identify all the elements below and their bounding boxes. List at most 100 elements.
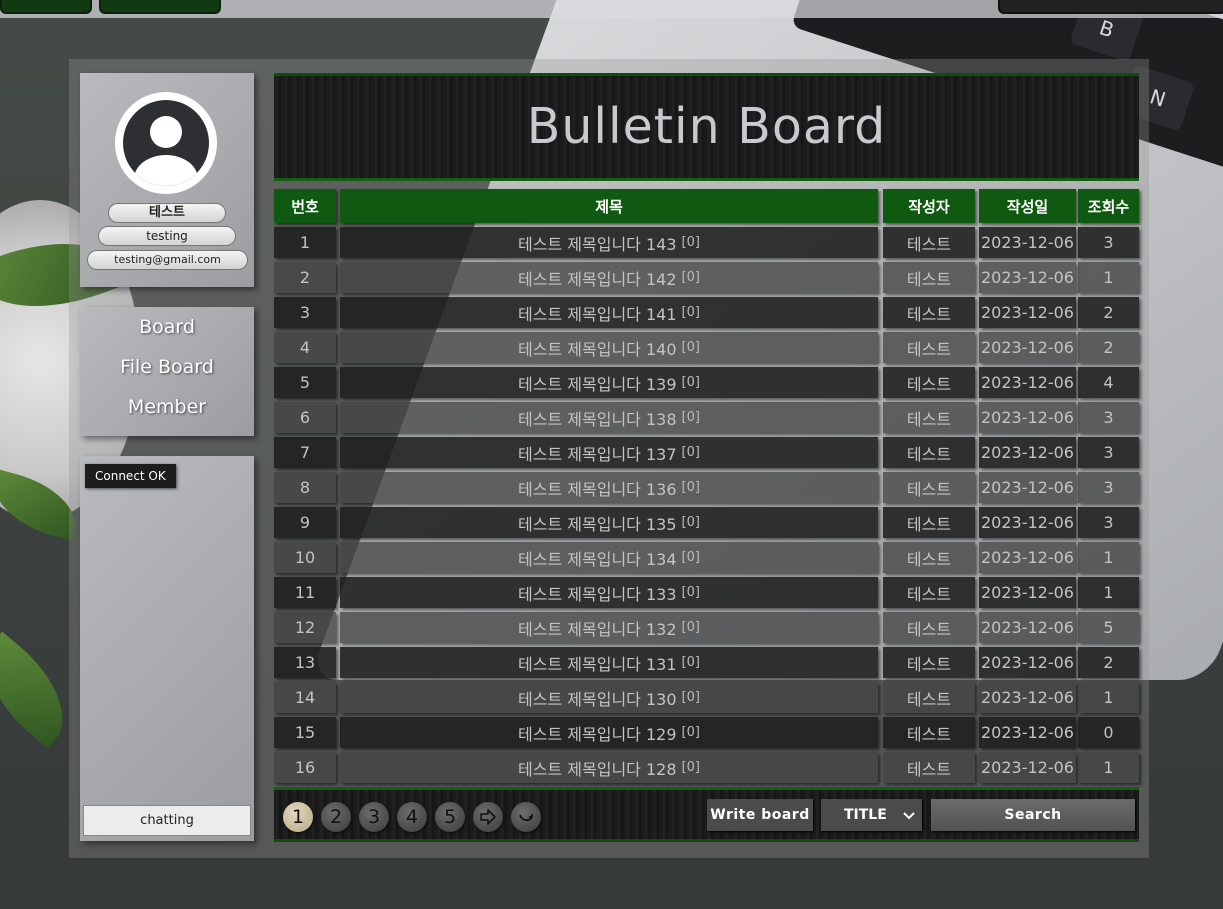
- nav-file-board[interactable]: File Board: [80, 356, 254, 378]
- header-views: 조회수: [1078, 189, 1139, 223]
- cell-no: 13: [274, 647, 336, 678]
- cell-date: 2023-12-06: [979, 367, 1076, 398]
- post-title-link[interactable]: 테스트 제목입니다 130 [0]: [340, 682, 878, 713]
- post-title-link[interactable]: 테스트 제목입니다 133 [0]: [340, 577, 878, 608]
- cell-author: 테스트: [883, 227, 975, 258]
- post-title-text: 테스트 제목입니다 128: [518, 759, 677, 779]
- header-title: 제목: [340, 189, 878, 223]
- post-title-text: 테스트 제목입니다 130: [518, 689, 677, 709]
- arrow-right-icon: [480, 809, 496, 825]
- nav-board[interactable]: Board: [80, 316, 254, 338]
- search-button[interactable]: Search: [931, 799, 1135, 831]
- post-title-link[interactable]: 테스트 제목입니다 128 [0]: [340, 752, 878, 783]
- connection-status: Connect OK: [85, 464, 176, 488]
- post-title-text: 테스트 제목입니다 139: [518, 374, 677, 394]
- chevron-down-icon: [903, 812, 915, 820]
- comment-count: [0]: [681, 760, 700, 775]
- post-title-link[interactable]: 테스트 제목입니다 138 [0]: [340, 402, 878, 433]
- cell-date: 2023-12-06: [979, 647, 1076, 678]
- post-title-link[interactable]: 테스트 제목입니다 129 [0]: [340, 717, 878, 748]
- post-title-text: 테스트 제목입니다 142: [518, 269, 677, 289]
- cell-date: 2023-12-06: [979, 297, 1076, 328]
- cell-no: 4: [274, 332, 336, 363]
- cell-no: 6: [274, 402, 336, 433]
- post-title-text: 테스트 제목입니다 129: [518, 724, 677, 744]
- search-type-value: TITLE: [844, 807, 887, 823]
- post-title-link[interactable]: 테스트 제목입니다 135 [0]: [340, 507, 878, 538]
- cell-views: 2: [1078, 647, 1139, 678]
- cell-no: 5: [274, 367, 336, 398]
- cell-author: 테스트: [883, 332, 975, 363]
- page-button-5[interactable]: 5: [435, 802, 465, 832]
- cell-views: 1: [1078, 577, 1139, 608]
- cell-author: 테스트: [883, 472, 975, 503]
- post-title-text: 테스트 제목입니다 134: [518, 549, 677, 569]
- post-title-link[interactable]: 테스트 제목입니다 134 [0]: [340, 542, 878, 573]
- header-number: 번호: [274, 189, 336, 223]
- cell-date: 2023-12-06: [979, 402, 1076, 433]
- post-title-link[interactable]: 테스트 제목입니다 132 [0]: [340, 612, 878, 643]
- comment-count: [0]: [681, 375, 700, 390]
- cell-author: 테스트: [883, 507, 975, 538]
- user-icon: [123, 100, 209, 186]
- last-page-button[interactable]: [511, 802, 541, 832]
- post-title-link[interactable]: 테스트 제목입니다 143 [0]: [340, 227, 878, 258]
- cell-author: 테스트: [883, 647, 975, 678]
- cell-author: 테스트: [883, 612, 975, 643]
- comment-count: [0]: [681, 340, 700, 355]
- post-title-link[interactable]: 테스트 제목입니다 142 [0]: [340, 262, 878, 293]
- cell-author: 테스트: [883, 717, 975, 748]
- cell-views: 4: [1078, 367, 1139, 398]
- cell-author: 테스트: [883, 402, 975, 433]
- post-title-text: 테스트 제목입니다 138: [518, 409, 677, 429]
- post-title-link[interactable]: 테스트 제목입니다 139 [0]: [340, 367, 878, 398]
- page-button-3[interactable]: 3: [359, 802, 389, 832]
- profile-name: 테스트: [108, 203, 226, 223]
- page-button-2[interactable]: 2: [321, 802, 351, 832]
- comment-count: [0]: [681, 235, 700, 250]
- page-title: Bulletin Board: [526, 98, 887, 155]
- write-board-button[interactable]: Write board: [707, 799, 813, 831]
- cell-views: 1: [1078, 752, 1139, 783]
- header-author: 작성자: [883, 189, 975, 223]
- profile-id: testing: [98, 226, 236, 246]
- chatting-button[interactable]: chatting: [83, 805, 251, 836]
- page-button-4[interactable]: 4: [397, 802, 427, 832]
- cell-author: 테스트: [883, 297, 975, 328]
- post-title-link[interactable]: 테스트 제목입니다 137 [0]: [340, 437, 878, 468]
- next-page-button[interactable]: [473, 802, 503, 832]
- page-button-1[interactable]: 1: [283, 802, 313, 832]
- post-title-link[interactable]: 테스트 제목입니다 140 [0]: [340, 332, 878, 363]
- cell-views: 3: [1078, 227, 1139, 258]
- comment-count: [0]: [681, 550, 700, 565]
- post-title-link[interactable]: 테스트 제목입니다 141 [0]: [340, 297, 878, 328]
- cell-no: 11: [274, 577, 336, 608]
- sidebar-nav: Board File Board Member: [80, 307, 254, 436]
- comment-count: [0]: [681, 725, 700, 740]
- cell-author: 테스트: [883, 262, 975, 293]
- board-header: Bulletin Board: [274, 73, 1139, 181]
- cell-date: 2023-12-06: [979, 227, 1076, 258]
- post-title-text: 테스트 제목입니다 132: [518, 619, 677, 639]
- nav-member[interactable]: Member: [80, 396, 254, 418]
- top-button[interactable]: [0, 0, 92, 14]
- post-title-link[interactable]: 테스트 제목입니다 136 [0]: [340, 472, 878, 503]
- profile-card: 테스트 testing testing@gmail.com: [80, 73, 254, 287]
- post-title-text: 테스트 제목입니다 141: [518, 304, 677, 324]
- cell-no: 9: [274, 507, 336, 538]
- comment-count: [0]: [681, 585, 700, 600]
- post-title-link[interactable]: 테스트 제목입니다 131 [0]: [340, 647, 878, 678]
- cell-author: 테스트: [883, 367, 975, 398]
- bulletin-board: Bulletin Board 번호 제목 작성자 작성일 조회수 1 테스트 제목입니다 1…: [274, 73, 1139, 842]
- cell-date: 2023-12-06: [979, 682, 1076, 713]
- cell-no: 1: [274, 227, 336, 258]
- top-button[interactable]: [99, 0, 221, 14]
- search-type-select[interactable]: TITLE: [821, 799, 922, 831]
- cell-no: 2: [274, 262, 336, 293]
- cell-no: 16: [274, 752, 336, 783]
- cell-views: 1: [1078, 542, 1139, 573]
- post-title-text: 테스트 제목입니다 133: [518, 584, 677, 604]
- comment-count: [0]: [681, 305, 700, 320]
- cell-views: 3: [1078, 472, 1139, 503]
- cell-no: 8: [274, 472, 336, 503]
